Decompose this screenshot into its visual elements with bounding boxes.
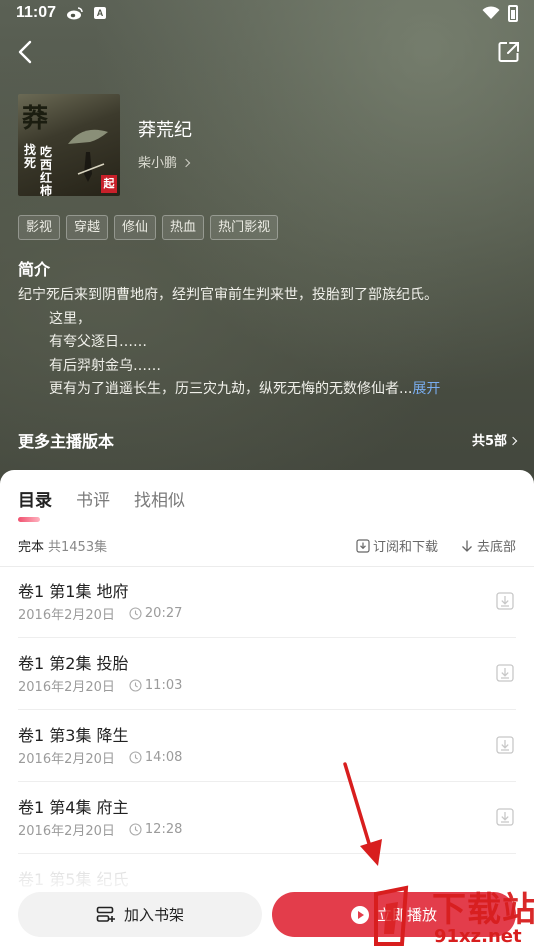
cover-title-char: 莽 <box>22 104 49 134</box>
subscribe-download-label: 订阅和下载 <box>372 540 438 555</box>
episode-date: 2016年2月20日 <box>18 752 115 767</box>
intro-line: 有后羿射金乌…… <box>49 357 161 374</box>
go-to-bottom-button[interactable]: 去底部 <box>460 536 516 555</box>
episode-date: 2016年2月20日 <box>18 824 115 839</box>
tag-list: 影视 穿越 修仙 热血 热门影视 <box>18 215 279 240</box>
expand-link[interactable]: 展开 <box>412 381 440 397</box>
author-link[interactable]: 柴小鹏 <box>138 152 191 171</box>
tag[interactable]: 修仙 <box>114 215 157 240</box>
hero-background <box>0 0 534 490</box>
weibo-icon <box>67 7 83 20</box>
download-icon[interactable] <box>496 663 514 683</box>
intro-text: 纪宁死后来到阴曹地府，经判官审前生判来世，投胎到了部族纪氏。 这里， 有夸父逐日… <box>18 284 518 402</box>
subscribe-download-button[interactable]: 订阅和下载 <box>356 536 438 555</box>
intro-line: 这里， <box>49 310 91 327</box>
book-title: 莽荒纪 <box>138 120 192 141</box>
tag[interactable]: 热血 <box>162 215 205 240</box>
episode-date: 2016年2月20日 <box>18 680 115 695</box>
status-bar: 11:07 A <box>0 0 534 30</box>
tab-similar[interactable]: 找相似 <box>134 486 185 511</box>
episode-duration: 11:03 <box>144 678 183 693</box>
episode-row[interactable]: 卷1 第4集 府主 2016年2月20日 12:28 <box>18 782 516 854</box>
add-to-shelf-label: 加入书架 <box>123 906 184 924</box>
go-to-bottom-label: 去底部 <box>476 540 516 555</box>
chevron-right-icon <box>181 158 191 168</box>
more-versions-count-text: 共5部 <box>471 434 507 449</box>
more-versions-label: 更多主播版本 <box>18 432 115 451</box>
add-to-shelf-button[interactable]: 加入书架 <box>18 892 262 937</box>
back-icon[interactable] <box>14 38 38 66</box>
cover-author-text: 吃西红柿 <box>40 145 53 197</box>
episode-row[interactable]: 卷1 第3集 降生 2016年2月20日 14:08 <box>18 710 516 782</box>
tag[interactable]: 热门影视 <box>210 215 279 240</box>
watermark-sub: 91xz.net <box>434 926 522 947</box>
intro-heading: 简介 <box>18 260 51 279</box>
tag[interactable]: 影视 <box>18 215 61 240</box>
watermark-logo <box>374 885 409 946</box>
intro-line: 有夸父逐日…… <box>49 334 147 350</box>
episode-title: 卷1 第4集 府主 <box>18 798 129 817</box>
more-versions-count[interactable]: 共5部 <box>471 430 518 449</box>
episode-title: 卷1 第3集 降生 <box>18 726 129 745</box>
download-icon[interactable] <box>496 735 514 755</box>
episode-meta: 2016年2月20日 11:03 <box>18 676 182 695</box>
tab-catalog[interactable]: 目录 <box>18 486 52 511</box>
episode-meta: 2016年2月20日 20:27 <box>18 604 182 623</box>
episode-row[interactable]: 卷1 第2集 投胎 2016年2月20日 11:03 <box>18 638 516 710</box>
tag[interactable]: 穿越 <box>66 215 109 240</box>
clock-icon <box>129 823 142 836</box>
episode-title: 卷1 第2集 投胎 <box>18 654 129 673</box>
clock-icon <box>129 607 142 620</box>
tab-reviews[interactable]: 书评 <box>76 486 110 511</box>
arrow-down-icon <box>462 540 472 552</box>
episode-count: 共1453集 <box>48 540 108 555</box>
episode-meta: 2016年2月20日 14:08 <box>18 748 182 767</box>
completion-status: 完本 <box>18 540 45 555</box>
wifi-icon <box>482 6 500 19</box>
episode-duration: 14:08 <box>144 750 183 765</box>
chevron-right-icon <box>508 436 518 446</box>
episode-title: 卷1 第1集 地府 <box>18 582 129 601</box>
intro-line-text: 更有为了逍遥长生，历三灾九劫，纵死无悔的无数修仙者... <box>49 381 413 397</box>
download-icon[interactable] <box>496 807 514 827</box>
bookshelf-icon <box>96 906 115 922</box>
download-icon <box>356 538 370 553</box>
episode-date: 2016年2月20日 <box>18 608 115 623</box>
episode-row[interactable]: 卷1 第1集 地府 2016年2月20日 20:27 <box>18 566 516 638</box>
catalog-actions: 订阅和下载 去底部 <box>356 536 516 555</box>
intro-line: 纪宁死后来到阴曹地府，经判官审前生判来世，投胎到了部族纪氏。 <box>18 287 438 303</box>
cover-badge: 起 <box>101 175 117 193</box>
cover-text: 找死 <box>24 143 37 170</box>
book-cover[interactable]: 莽 找死 吃西红柿 起 <box>18 94 120 196</box>
share-icon[interactable] <box>497 40 521 64</box>
intro-line-last: 更有为了逍遥长生，历三灾九劫，纵死无悔的无数修仙者...展开 <box>18 378 518 402</box>
episode-duration: 20:27 <box>144 606 183 621</box>
episode-duration: 12:28 <box>144 822 183 837</box>
episode-meta: 2016年2月20日 12:28 <box>18 820 182 839</box>
tab-active-indicator <box>18 517 40 522</box>
clock-icon <box>129 679 142 692</box>
watermark: 下载站 91xz.net <box>372 880 534 950</box>
battery-icon <box>508 5 518 22</box>
app-notification-icon: A <box>94 7 106 19</box>
clock-icon <box>129 751 142 764</box>
download-icon[interactable] <box>496 591 514 611</box>
catalog-info-row: 完本 共1453集 订阅和下载 去底部 <box>18 536 516 556</box>
watermark-main: 下载站 <box>432 890 534 930</box>
more-versions-row[interactable]: 更多主播版本 共5部 <box>18 428 518 452</box>
status-time: 11:07 <box>16 4 57 21</box>
author-name: 柴小鹏 <box>138 156 178 171</box>
play-icon <box>350 905 369 924</box>
